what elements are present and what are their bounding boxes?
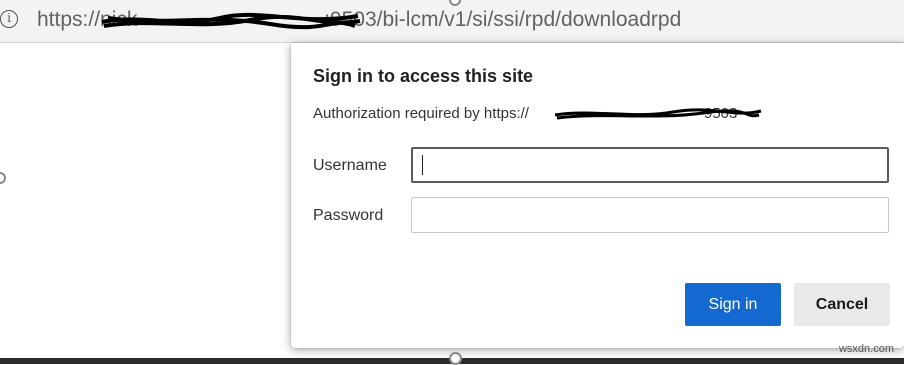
password-label: Password <box>313 207 384 224</box>
username-input[interactable] <box>411 147 889 183</box>
password-input[interactable] <box>411 197 889 233</box>
resize-handle-bottom[interactable] <box>449 352 462 365</box>
redaction-scribble <box>101 12 361 30</box>
sign-in-dialog: Sign in to access this site Authorizatio… <box>291 43 904 348</box>
sign-in-button[interactable]: Sign in <box>685 283 781 326</box>
watermark: wsxdn.com <box>838 343 894 355</box>
cancel-button[interactable]: Cancel <box>794 283 890 326</box>
dialog-title: Sign in to access this site <box>313 66 534 86</box>
username-label: Username <box>313 157 387 174</box>
text-caret <box>422 155 423 175</box>
info-icon[interactable]: i <box>0 10 18 28</box>
redaction-scribble <box>554 108 762 120</box>
resize-handle-left[interactable] <box>0 172 6 184</box>
address-bar[interactable]: i https://nick :9503/bi-lcm/v1/si/ssi/rp… <box>0 0 904 42</box>
